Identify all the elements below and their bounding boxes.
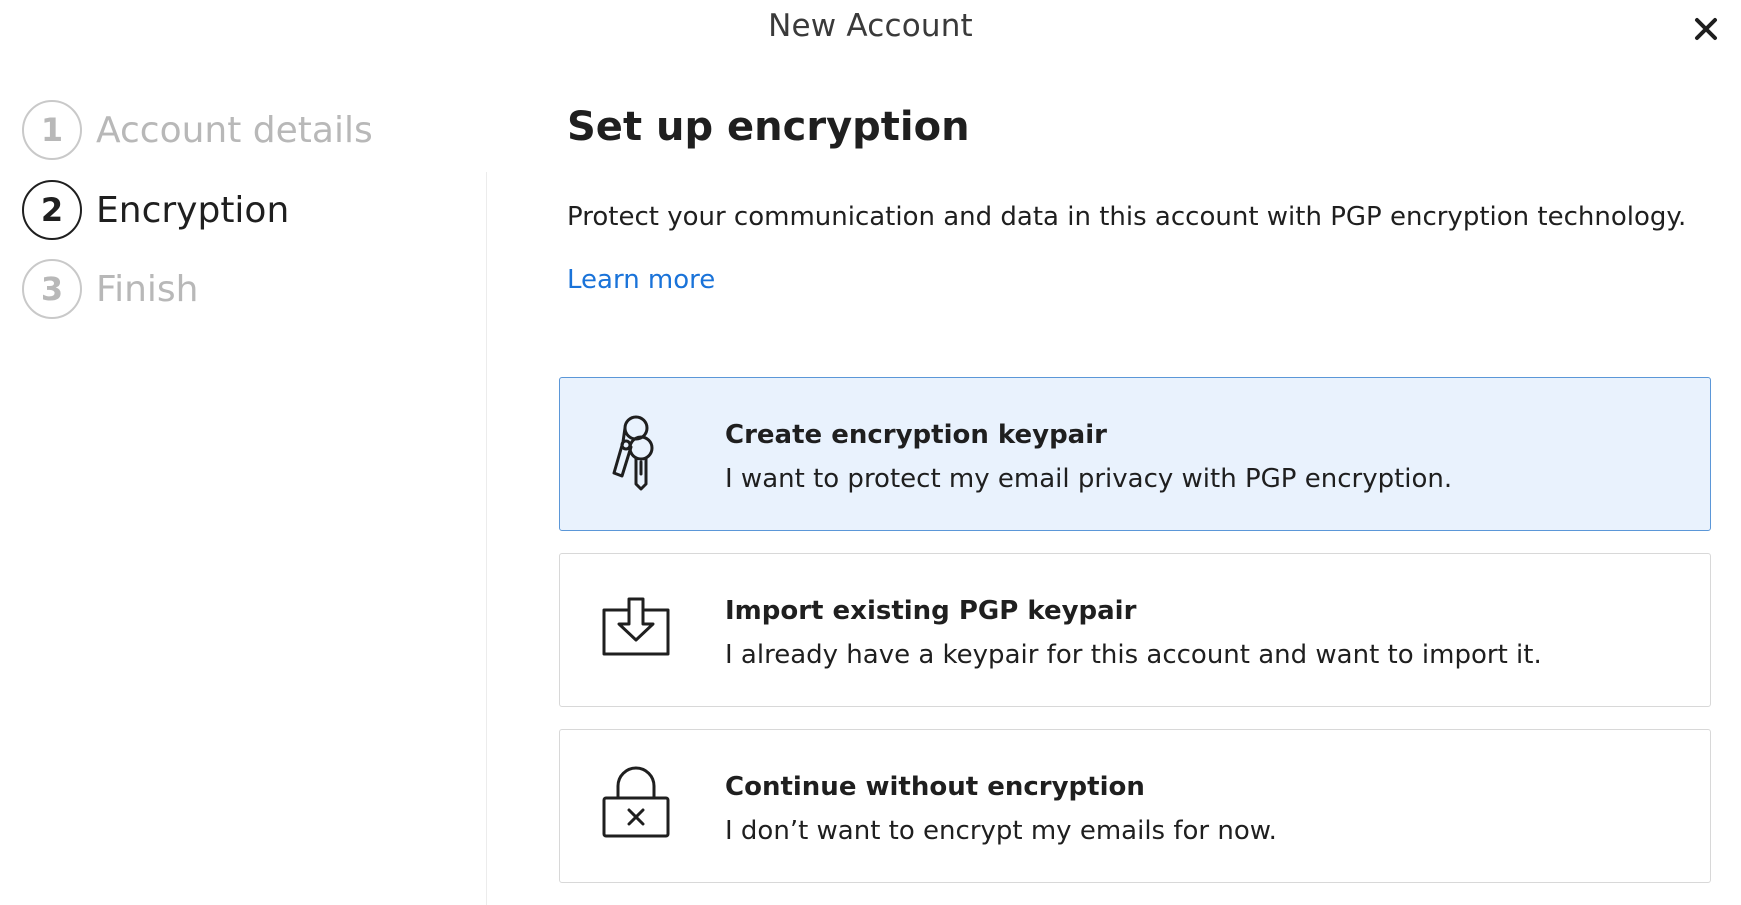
dialog-title: New Account [768,8,973,44]
continue-without-encryption-option[interactable]: Continue without encryption I don’t want… [559,729,1711,883]
option-text: Create encryption keypair I want to prot… [725,418,1452,496]
close-button[interactable] [1689,12,1723,46]
option-title: Create encryption keypair [725,420,1107,450]
step-encryption: 2 Encryption [22,178,289,242]
unlock-cancel-icon [602,766,670,838]
step-number-circle: 3 [22,259,82,319]
step-label: Finish [96,268,199,310]
step-number-circle: 1 [22,100,82,160]
step-label: Account details [96,109,373,151]
option-subtitle: I want to protect my email privacy with … [725,464,1453,494]
step-finish: 3 Finish [22,257,198,321]
option-subtitle: I don’t want to encrypt my emails for no… [725,816,1277,846]
option-text: Continue without encryption I don’t want… [725,770,1277,848]
keys-icon [612,415,654,491]
close-icon [1695,18,1717,40]
step-label: Encryption [96,189,290,231]
import-keypair-option[interactable]: Import existing PGP keypair I already ha… [559,553,1711,707]
option-subtitle: I already have a keypair for this accoun… [725,640,1542,670]
learn-more-link[interactable]: Learn more [567,265,715,295]
option-title: Import existing PGP keypair [725,596,1137,626]
page-title: Set up encryption [567,104,970,150]
sidebar-divider [486,172,487,905]
create-keypair-option[interactable]: Create encryption keypair I want to prot… [559,377,1711,531]
option-text: Import existing PGP keypair I already ha… [725,594,1542,672]
description-text: Protect your communication and data in t… [567,202,1687,232]
step-account-details: 1 Account details [22,98,373,162]
option-title: Continue without encryption [725,772,1145,802]
step-number-circle: 2 [22,180,82,240]
import-icon [602,597,670,656]
